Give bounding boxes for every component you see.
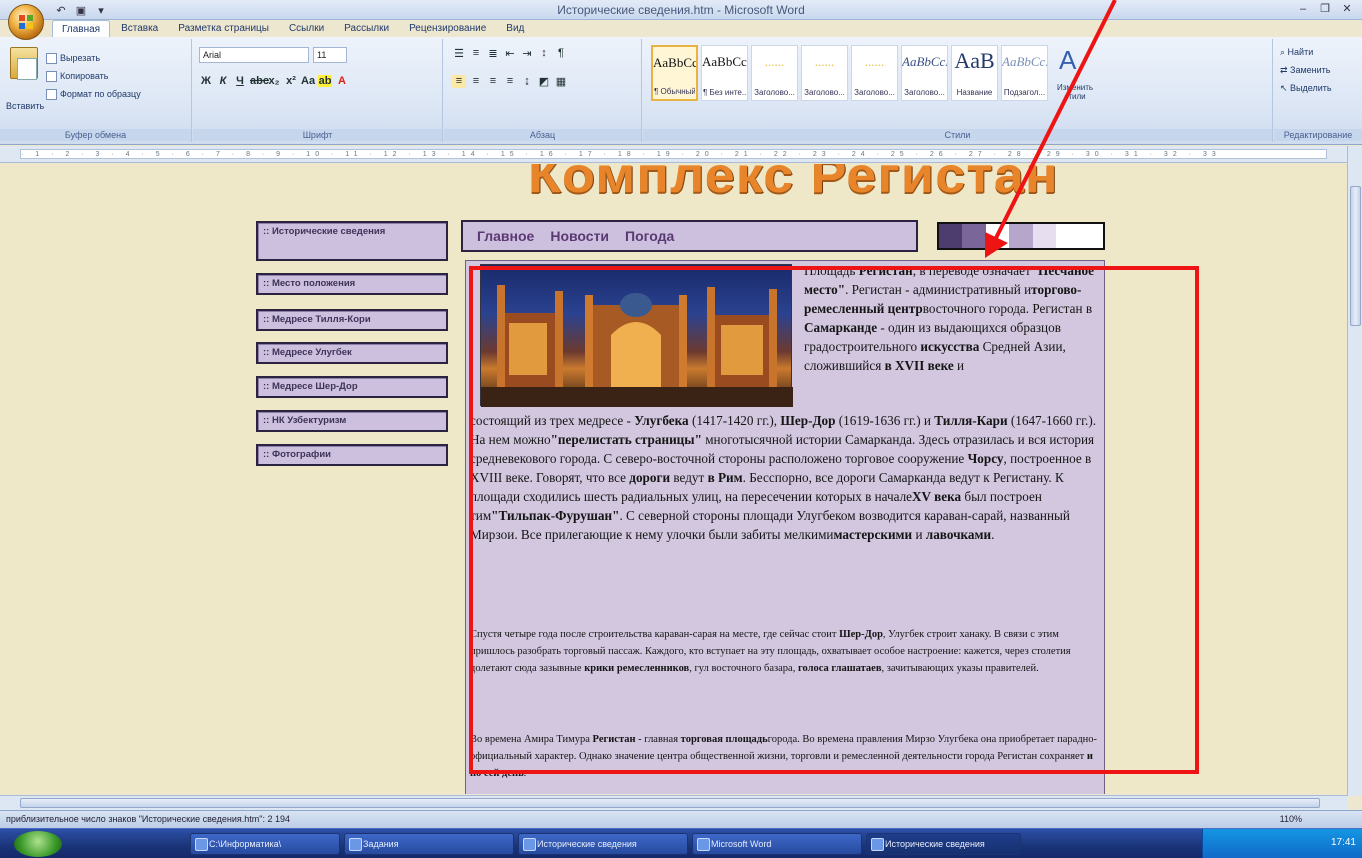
word-window: ↶ ▣ ▾ Исторические сведения.htm - Micros… bbox=[0, 0, 1362, 858]
office-logo-icon bbox=[19, 15, 33, 29]
annotation-arrow-icon bbox=[985, 0, 1117, 258]
office-button[interactable] bbox=[8, 4, 44, 40]
